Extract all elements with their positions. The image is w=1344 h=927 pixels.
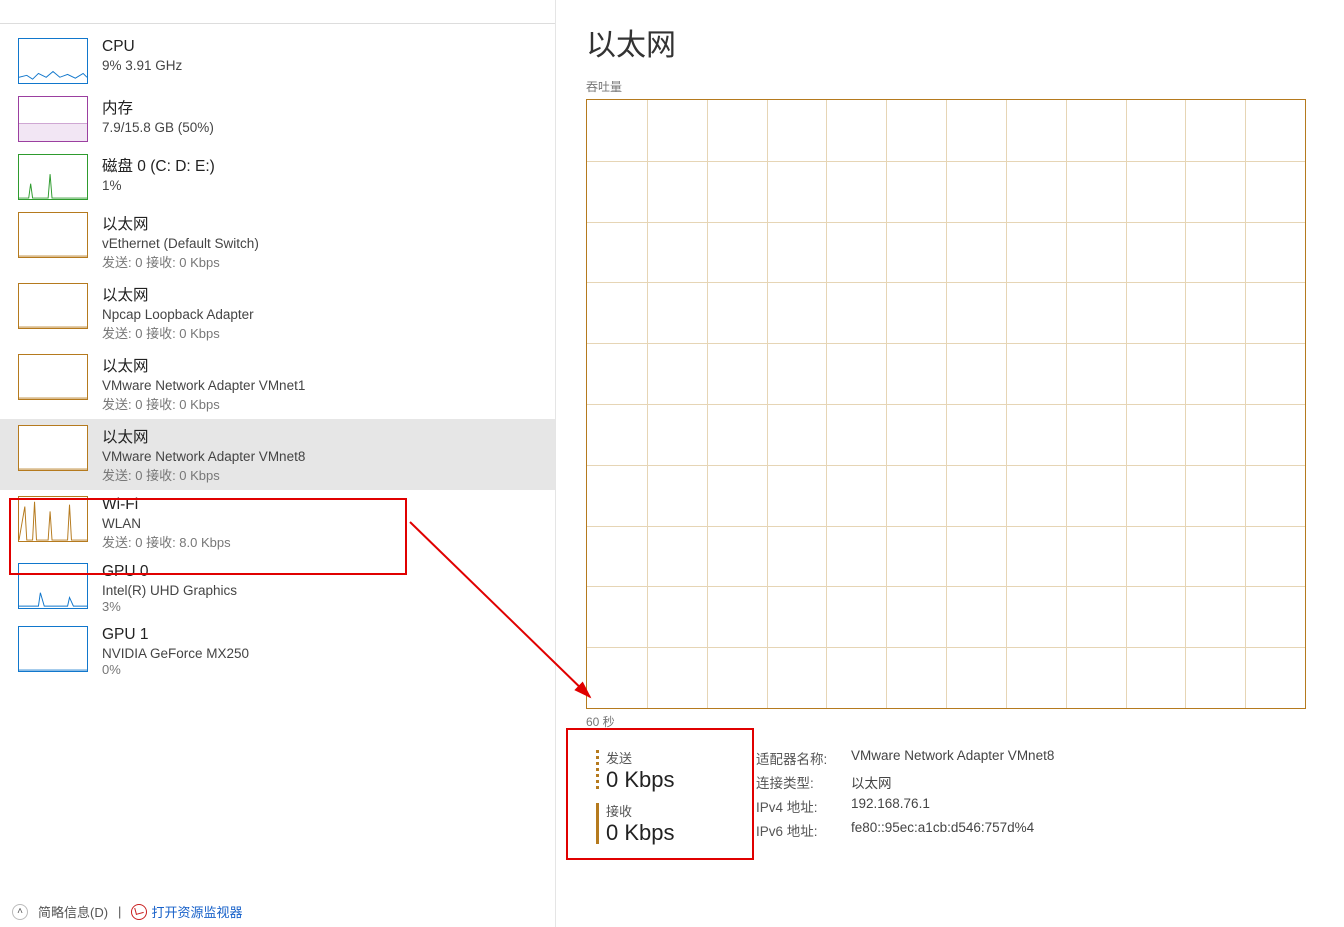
item-sub: Intel(R) UHD Graphics bbox=[102, 583, 543, 598]
recv-legend-bar bbox=[596, 803, 599, 844]
thumb-graph bbox=[18, 212, 88, 258]
sidebar-item-9[interactable]: GPU 1 NVIDIA GeForce MX2500% bbox=[0, 620, 555, 683]
item-title: 以太网 bbox=[102, 354, 543, 376]
recv-value: 0 Kbps bbox=[606, 820, 756, 846]
detail-key: IPv4 地址: bbox=[756, 796, 851, 816]
item-title: GPU 1 bbox=[102, 626, 543, 644]
detail-row: 连接类型:以太网 bbox=[756, 772, 1314, 792]
detail-row: 适配器名称:VMware Network Adapter VMnet8 bbox=[756, 748, 1314, 768]
recv-stat: 接收 0 Kbps bbox=[596, 801, 756, 846]
item-sub2: 0% bbox=[102, 662, 543, 677]
brief-info-link[interactable]: 简略信息(D) bbox=[38, 902, 108, 921]
chevron-up-icon[interactable]: ˄ bbox=[12, 904, 28, 920]
thumb-graph bbox=[18, 354, 88, 400]
detail-key: 适配器名称: bbox=[756, 748, 851, 768]
adapter-details: 适配器名称:VMware Network Adapter VMnet8连接类型:… bbox=[756, 748, 1314, 854]
thumb-graph bbox=[18, 626, 88, 672]
item-sub: Npcap Loopback Adapter bbox=[102, 307, 543, 322]
detail-title: 以太网 bbox=[586, 20, 1314, 64]
item-sub2: 3% bbox=[102, 599, 543, 614]
detail-row: IPv6 地址:fe80::95ec:a1cb:d546:757d%4 bbox=[756, 820, 1314, 840]
throughput-label: 吞吐量 bbox=[586, 78, 1314, 95]
item-title: 内存 bbox=[102, 96, 543, 118]
thumb-graph bbox=[18, 154, 88, 200]
item-title: 以太网 bbox=[102, 425, 543, 447]
detail-value: 以太网 bbox=[851, 772, 892, 792]
sidebar-item-5[interactable]: 以太网 VMware Network Adapter VMnet1发送: 0 接收… bbox=[0, 348, 555, 419]
item-sub2: 发送: 0 接收: 0 Kbps bbox=[102, 465, 543, 484]
item-title: 以太网 bbox=[102, 283, 543, 305]
sidebar-item-4[interactable]: 以太网 Npcap Loopback Adapter发送: 0 接收: 0 Kbp… bbox=[0, 277, 555, 348]
item-sub: NVIDIA GeForce MX250 bbox=[102, 646, 543, 661]
item-title: GPU 0 bbox=[102, 563, 543, 581]
send-label: 发送 bbox=[606, 748, 756, 767]
recv-label: 接收 bbox=[606, 801, 756, 820]
sidebar-item-0[interactable]: CPU 9% 3.91 GHz bbox=[0, 32, 555, 90]
detail-key: 连接类型: bbox=[756, 772, 851, 792]
performance-sidebar: CPU 9% 3.91 GHz 内存 7.9/15.8 GB (50%) 磁盘 0 (C… bbox=[0, 0, 556, 927]
sidebar-item-6[interactable]: 以太网 VMware Network Adapter VMnet8发送: 0 接收… bbox=[0, 419, 555, 490]
tabs-strip bbox=[0, 4, 555, 24]
open-resmon-label: 打开资源监视器 bbox=[151, 902, 242, 921]
item-sub: vEthernet (Default Switch) bbox=[102, 236, 543, 251]
item-sub: 7.9/15.8 GB (50%) bbox=[102, 120, 543, 135]
detail-value: fe80::95ec:a1cb:d546:757d%4 bbox=[851, 820, 1034, 840]
resource-monitor-icon bbox=[131, 904, 147, 920]
item-sub2: 发送: 0 接收: 0 Kbps bbox=[102, 323, 543, 342]
sidebar-item-3[interactable]: 以太网 vEthernet (Default Switch)发送: 0 接收: 0… bbox=[0, 206, 555, 277]
performance-detail-pane: 以太网 吞吐量 60 秒 发送 0 Kbps 接收 0 Kbps 适配器名称:V… bbox=[556, 0, 1344, 927]
sidebar-footer: ˄ 简略信息(D) | 打开资源监视器 bbox=[12, 902, 242, 921]
send-value: 0 Kbps bbox=[606, 767, 756, 793]
thumb-graph bbox=[18, 283, 88, 329]
item-sub: VMware Network Adapter VMnet8 bbox=[102, 449, 543, 464]
item-sub: 9% 3.91 GHz bbox=[102, 58, 543, 73]
chart-xaxis-label: 60 秒 bbox=[586, 713, 1314, 730]
item-title: 以太网 bbox=[102, 212, 543, 234]
sidebar-item-1[interactable]: 内存 7.9/15.8 GB (50%) bbox=[0, 90, 555, 148]
item-title: CPU bbox=[102, 38, 543, 56]
item-title: Wi-Fi bbox=[102, 496, 543, 514]
item-sub: VMware Network Adapter VMnet1 bbox=[102, 378, 543, 393]
sidebar-item-7[interactable]: Wi-Fi WLAN发送: 0 接收: 8.0 Kbps bbox=[0, 490, 555, 557]
thumb-graph bbox=[18, 96, 88, 142]
thumb-graph bbox=[18, 496, 88, 542]
throughput-chart bbox=[586, 99, 1306, 709]
send-legend-bar bbox=[596, 750, 599, 791]
thumb-graph bbox=[18, 425, 88, 471]
item-sub2: 发送: 0 接收: 0 Kbps bbox=[102, 252, 543, 271]
open-resmon-link[interactable]: 打开资源监视器 bbox=[131, 902, 242, 921]
thumb-graph bbox=[18, 38, 88, 84]
detail-value: VMware Network Adapter VMnet8 bbox=[851, 748, 1054, 768]
item-sub: 1% bbox=[102, 178, 543, 193]
sidebar-item-2[interactable]: 磁盘 0 (C: D: E:) 1% bbox=[0, 148, 555, 206]
detail-key: IPv6 地址: bbox=[756, 820, 851, 840]
detail-row: IPv4 地址:192.168.76.1 bbox=[756, 796, 1314, 816]
item-sub2: 发送: 0 接收: 8.0 Kbps bbox=[102, 532, 543, 551]
item-sub2: 发送: 0 接收: 0 Kbps bbox=[102, 394, 543, 413]
item-title: 磁盘 0 (C: D: E:) bbox=[102, 154, 543, 176]
sidebar-item-8[interactable]: GPU 0 Intel(R) UHD Graphics3% bbox=[0, 557, 555, 620]
send-stat: 发送 0 Kbps bbox=[596, 748, 756, 793]
thumb-graph bbox=[18, 563, 88, 609]
detail-value: 192.168.76.1 bbox=[851, 796, 930, 816]
item-sub: WLAN bbox=[102, 516, 543, 531]
